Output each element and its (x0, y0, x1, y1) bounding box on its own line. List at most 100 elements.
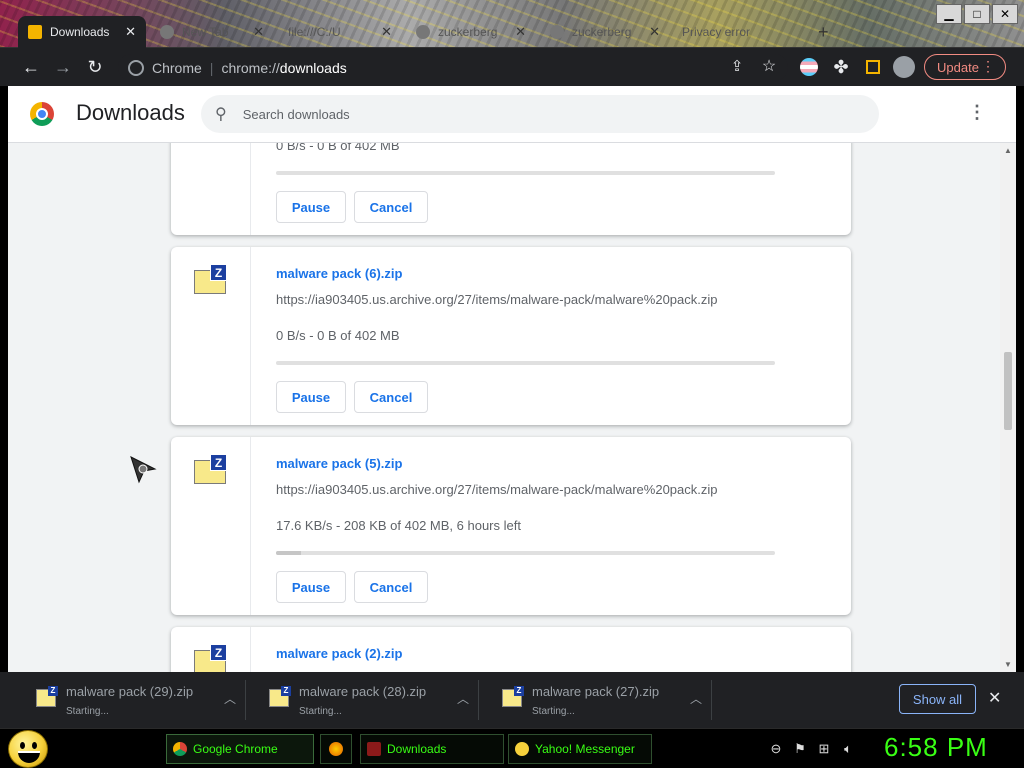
shelf-item-status: Starting... (299, 706, 342, 717)
search-placeholder: Search downloads (242, 106, 350, 122)
taskbar-yahoo-messenger[interactable]: Yahoo! Messenger (508, 734, 652, 764)
omnibox-site-label: Chrome (152, 59, 202, 76)
forward-arrow-icon[interactable]: → (52, 56, 74, 78)
download-url: https://ia903405.us.archive.org/27/items… (276, 482, 718, 497)
zip-file-icon (36, 686, 58, 707)
tray-volume-icon[interactable]: 🔈︎ (840, 741, 856, 757)
zip-file-icon: Z (194, 454, 228, 484)
download-filename-link[interactable]: malware pack (5).zip (276, 456, 402, 471)
globe-icon (550, 25, 564, 39)
shelf-item[interactable]: malware pack (28).zip Starting... ︿ (249, 680, 482, 720)
taskbar-firefox[interactable] (320, 734, 352, 764)
pause-button[interactable]: Pause (276, 191, 346, 223)
pause-button[interactable]: Pause (276, 381, 346, 413)
download-card: Z malware pack (2).zip (171, 627, 851, 672)
shelf-item-status: Starting... (66, 706, 109, 717)
taskbar-clock[interactable]: 6:58 PM (884, 732, 988, 763)
update-button[interactable]: Update ⋮ (924, 54, 1006, 80)
page-scrollbar[interactable]: ▲ ▼ (1000, 143, 1016, 672)
tab-privacy-error[interactable]: Privacy error (672, 16, 802, 48)
tray-minus-icon[interactable]: ⊖ (768, 741, 784, 757)
omnibox-url-scheme: chrome:// (221, 59, 280, 76)
close-window-button[interactable]: ✕ (992, 4, 1018, 24)
reload-icon[interactable]: ↻ (84, 56, 106, 78)
mouse-cursor-icon (130, 456, 157, 484)
taskbar-google-chrome[interactable]: Google Chrome (166, 734, 314, 764)
shelf-item-name: malware pack (28).zip (299, 684, 427, 699)
minimize-button[interactable]: ▁ (936, 4, 962, 24)
puzzle-extensions-icon[interactable]: ✤ (830, 56, 852, 78)
taskbar-label: Downloads (387, 742, 447, 756)
tab-label: zuckerberg (572, 25, 632, 39)
window-controls: ▁ □ ✕ (936, 4, 1018, 24)
firefox-icon (329, 742, 343, 756)
star-bookmark-icon[interactable]: ☆ (758, 56, 780, 78)
chrome-site-icon (128, 59, 144, 76)
back-arrow-icon[interactable]: ← (20, 56, 42, 78)
tab-zuckerberg-1[interactable]: zuckerberg ✕ (406, 16, 536, 48)
extension-flag-icon[interactable] (798, 56, 820, 78)
more-options-icon[interactable]: ⋮ (968, 102, 986, 123)
download-card: Z malware pack (6).zip https://ia903405.… (171, 247, 851, 425)
scroll-down-icon[interactable]: ▼ (1004, 660, 1012, 669)
new-tab-plus-icon[interactable]: + (808, 16, 838, 48)
shelf-item[interactable]: malware pack (29).zip Starting... ︿ (16, 680, 249, 720)
chevron-up-icon[interactable]: ︿ (457, 690, 469, 707)
download-url: https://ia903405.us.archive.org/27/items… (276, 292, 718, 307)
shelf-item[interactable]: malware pack (27).zip Starting... ︿ (482, 680, 715, 720)
tray-flag-icon[interactable]: ⚑ (792, 741, 808, 757)
close-icon[interactable]: ✕ (515, 24, 526, 40)
close-icon[interactable]: ✕ (253, 24, 264, 40)
tab-new-tab[interactable]: New Tab ✕ (150, 16, 274, 48)
side-panel-icon[interactable] (862, 56, 884, 78)
download-card: 0 B/s - 0 B of 402 MB Pause Cancel (171, 143, 851, 235)
close-icon[interactable]: ✕ (125, 24, 136, 40)
chevron-up-icon[interactable]: ︿ (224, 690, 236, 707)
close-icon[interactable]: ✕ (649, 24, 660, 40)
downloads-list: 0 B/s - 0 B of 402 MB Pause Cancel Z mal… (8, 143, 1000, 672)
download-shelf: malware pack (29).zip Starting... ︿ malw… (0, 672, 1024, 728)
shelf-divider (245, 680, 246, 720)
share-icon[interactable]: ⇪ (726, 56, 748, 78)
download-card: Z malware pack (5).zip https://ia903405.… (171, 437, 851, 615)
profile-avatar-icon[interactable] (893, 56, 915, 78)
globe-icon (416, 25, 430, 39)
shelf-item-name: malware pack (29).zip (66, 684, 194, 699)
tab-label: Downloads (50, 25, 110, 39)
tab-zuckerberg-2[interactable]: zuckerberg ✕ (540, 16, 670, 48)
cancel-button[interactable]: Cancel (354, 571, 428, 603)
address-bar[interactable]: Chrome | chrome://downloads (118, 54, 788, 81)
download-icon (28, 25, 42, 39)
shelf-item-status: Starting... (532, 706, 575, 717)
shelf-item-name: malware pack (27).zip (532, 684, 660, 699)
tray-network-icon[interactable]: ⊞ (816, 741, 832, 757)
maximize-button[interactable]: □ (964, 4, 990, 24)
show-all-button[interactable]: Show all (899, 684, 976, 714)
tab-strip: Downloads ✕ New Tab ✕ file:///C:/U ✕ zuc… (0, 0, 1024, 48)
close-icon[interactable]: ✕ (988, 688, 1001, 708)
chevron-up-icon[interactable]: ︿ (690, 690, 702, 707)
scrollbar-thumb[interactable] (1004, 352, 1012, 430)
scroll-up-icon[interactable]: ▲ (1004, 146, 1012, 155)
chrome-logo-icon (30, 102, 54, 126)
tab-downloads[interactable]: Downloads ✕ (18, 16, 146, 48)
zip-file-icon: Z (194, 264, 228, 294)
progress-bar (276, 361, 775, 365)
cancel-button[interactable]: Cancel (354, 381, 428, 413)
taskbar-label: Yahoo! Messenger (535, 742, 635, 756)
icon-column: Z (171, 437, 251, 615)
download-filename-link[interactable]: malware pack (6).zip (276, 266, 402, 281)
cancel-button[interactable]: Cancel (354, 191, 428, 223)
download-status: 17.6 KB/s - 208 KB of 402 MB, 6 hours le… (276, 518, 521, 533)
taskbar-label: Google Chrome (193, 742, 278, 756)
download-filename-link[interactable]: malware pack (2).zip (276, 646, 402, 661)
start-smiley-icon[interactable] (8, 730, 48, 768)
tab-file[interactable]: file:///C:/U ✕ (278, 16, 402, 48)
page-title: Downloads (76, 100, 185, 125)
pause-button[interactable]: Pause (276, 571, 346, 603)
taskbar-downloads[interactable]: Downloads (360, 734, 504, 764)
close-icon[interactable]: ✕ (381, 24, 392, 40)
shelf-divider (478, 680, 479, 720)
search-downloads-input[interactable]: ⚲ Search downloads (201, 95, 879, 133)
progress-bar (276, 551, 775, 555)
